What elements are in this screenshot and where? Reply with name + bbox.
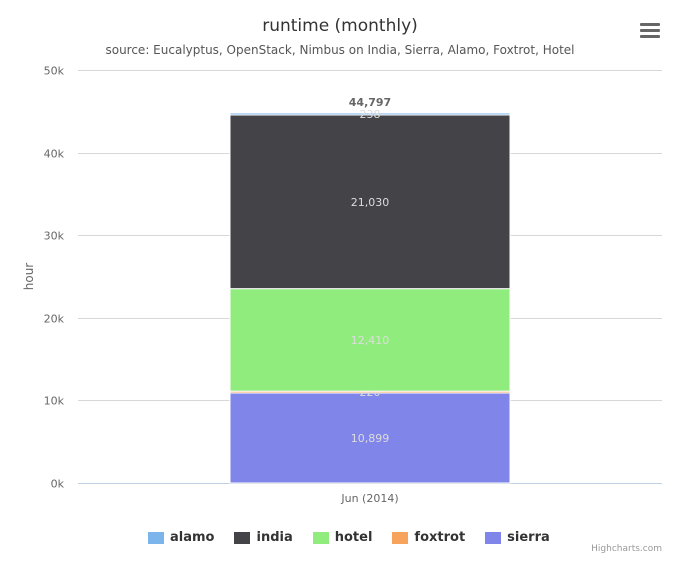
- legend-swatch: [485, 531, 502, 544]
- legend-swatch: [312, 531, 329, 544]
- data-label-sierra: 10,899: [351, 432, 390, 445]
- legend-label: sierra: [507, 530, 550, 545]
- y-tick-label: 30k: [44, 230, 65, 243]
- y-tick-label: 0k: [51, 478, 65, 491]
- legend-label: alamo: [170, 530, 215, 545]
- legend-swatch: [234, 531, 251, 544]
- y-tick-label: 40k: [44, 148, 65, 161]
- legend-label: india: [256, 530, 293, 545]
- legend-item-hotel[interactable]: hotel: [312, 530, 373, 545]
- y-tick-label: 10k: [44, 395, 65, 408]
- data-label-hotel: 12,410: [351, 334, 390, 347]
- chart-area: 0k10k20k30k40k50khour10,89922012,41021,0…: [22, 65, 662, 505]
- legend-swatch: [148, 531, 164, 544]
- data-label-india: 21,030: [351, 196, 390, 209]
- y-axis-title: hour: [22, 263, 36, 291]
- legend: alamo india hotel foxtrot sierra: [148, 530, 550, 545]
- legend-item-india[interactable]: india: [234, 530, 293, 545]
- legend-swatch: [392, 531, 409, 544]
- legend-item-sierra[interactable]: sierra: [485, 530, 550, 545]
- data-label-alamo: 238: [360, 108, 381, 121]
- credits-link[interactable]: Highcharts.com: [591, 544, 662, 554]
- legend-item-foxtrot[interactable]: foxtrot: [392, 530, 465, 545]
- legend-item-alamo[interactable]: alamo: [148, 530, 214, 545]
- x-tick-label: Jun (2014): [340, 492, 398, 505]
- legend-label: hotel: [334, 530, 373, 545]
- y-tick-label: 20k: [44, 313, 65, 326]
- y-tick-label: 50k: [44, 65, 65, 78]
- stack-total-label: 44,797: [349, 96, 391, 109]
- legend-label: foxtrot: [414, 530, 466, 545]
